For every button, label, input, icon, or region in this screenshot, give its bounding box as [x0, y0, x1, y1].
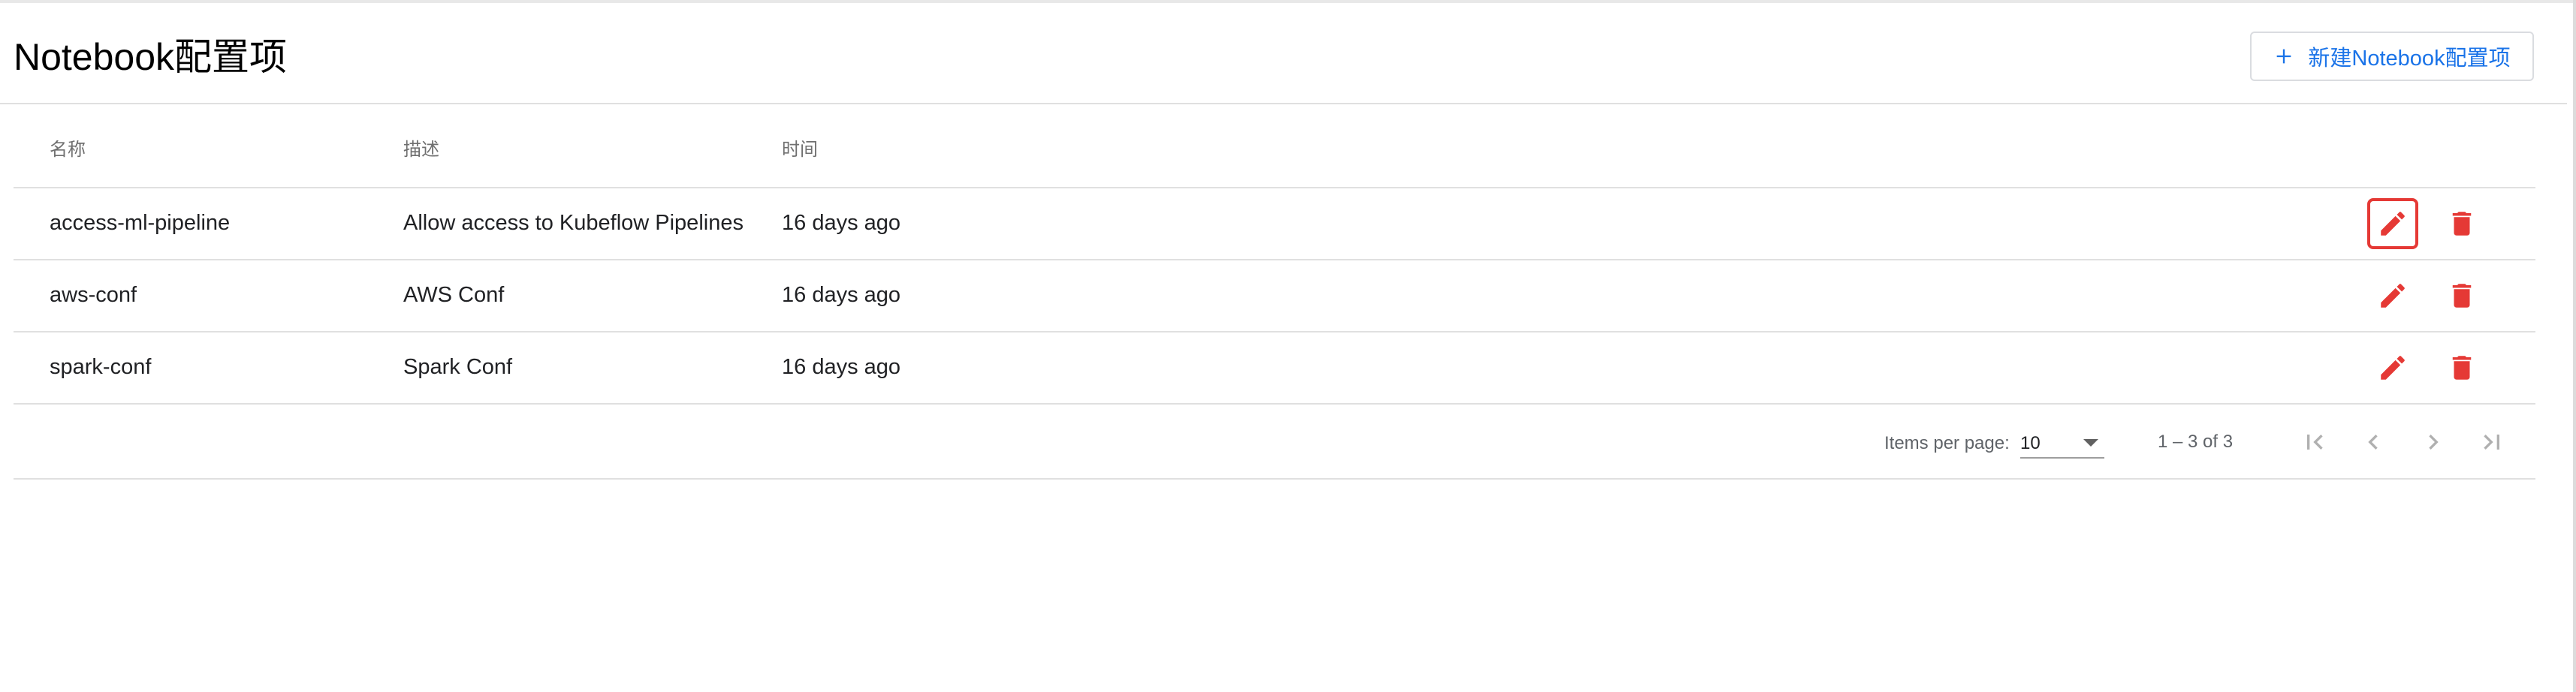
delete-button[interactable]: [2436, 270, 2487, 321]
table-row: aws-conf AWS Conf 16 days ago: [14, 260, 2535, 332]
row-description: Allow access to Kubeflow Pipelines: [403, 211, 744, 235]
page-range-label: 1 – 3 of 3: [2158, 432, 2234, 452]
pencil-icon: [2381, 356, 2405, 380]
plus-icon: [2277, 49, 2291, 64]
column-header-time: 时间: [782, 140, 818, 160]
table-row: access-ml-pipeline Allow access to Kubef…: [14, 188, 2535, 260]
column-header-name: 名称: [50, 140, 86, 160]
scrollbar-track[interactable]: [2573, 0, 2576, 692]
pencil-icon: [2381, 284, 2405, 308]
row-name: access-ml-pipeline: [50, 211, 231, 235]
column-header-description: 描述: [403, 140, 439, 160]
chevron-left-icon: [2368, 435, 2378, 450]
edit-button[interactable]: [2367, 198, 2418, 249]
first-page-button[interactable]: [2297, 424, 2333, 460]
edit-button[interactable]: [2367, 270, 2418, 321]
row-time: 16 days ago: [782, 211, 901, 235]
table-row: spark-conf Spark Conf 16 days ago: [14, 332, 2535, 405]
trash-icon: [2452, 212, 2472, 236]
last-page-icon: [2484, 435, 2499, 450]
next-page-button[interactable]: [2415, 424, 2451, 460]
row-time: 16 days ago: [782, 355, 901, 379]
row-description: AWS Conf: [403, 283, 505, 307]
table-header: 名称 描述 时间: [14, 104, 2535, 188]
previous-page-button[interactable]: [2355, 424, 2391, 460]
trash-icon: [2452, 356, 2472, 380]
row-name: spark-conf: [50, 355, 152, 379]
items-per-page-select[interactable]: 10: [2020, 424, 2104, 459]
first-page-icon: [2307, 435, 2323, 450]
items-per-page-value: 10: [2020, 433, 2041, 453]
paginator: Items per page: 10 1 – 3 of 3: [14, 405, 2535, 480]
page-title: Notebook配置项: [14, 36, 288, 78]
dropdown-caret-icon: [2083, 439, 2098, 447]
delete-button[interactable]: [2436, 342, 2487, 393]
pencil-icon: [2381, 212, 2405, 236]
edit-button[interactable]: [2367, 342, 2418, 393]
last-page-button[interactable]: [2474, 424, 2510, 460]
items-per-page-label: Items per page:: [1884, 433, 2010, 453]
new-notebook-config-button[interactable]: 新建Notebook配置项: [2250, 32, 2534, 81]
delete-button[interactable]: [2436, 198, 2487, 249]
config-table: 名称 描述 时间 access-ml-pipeline Allow access…: [14, 104, 2535, 480]
row-name: aws-conf: [50, 283, 137, 307]
chevron-right-icon: [2429, 435, 2439, 450]
row-description: Spark Conf: [403, 355, 513, 379]
row-time: 16 days ago: [782, 283, 901, 307]
page-header: Notebook配置项 新建Notebook配置项: [0, 3, 2567, 104]
trash-icon: [2452, 284, 2472, 308]
new-button-label: 新建Notebook配置项: [2308, 47, 2511, 71]
